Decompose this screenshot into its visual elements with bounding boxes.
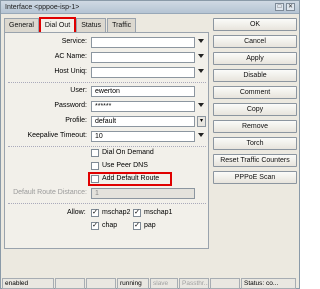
add-default-route-label: Add Default Route [102, 175, 160, 182]
comment-button[interactable]: Comment [213, 86, 297, 99]
pppoe-scan-button[interactable]: PPPoE Scan [213, 171, 297, 184]
mschap2-checkbox[interactable]: ✓ [91, 209, 99, 217]
mschap1-checkbox[interactable]: ✓ [133, 209, 141, 217]
interface-dialog: Interface <pppoe-isp-1> □ ✕ General Dial… [0, 0, 300, 289]
status-enabled: enabled [2, 278, 54, 289]
service-row: Service: [5, 37, 210, 48]
user-row: User: ewerton [5, 86, 210, 97]
ac-name-row: AC Name: [5, 52, 210, 63]
allow-row-2: ✓ chap ✓ pap [5, 221, 210, 232]
status-passthrough: Passthr... [179, 278, 209, 289]
reset-traffic-counters-button[interactable]: Reset Traffic Counters [213, 154, 297, 167]
chevron-down-icon[interactable] [198, 69, 204, 73]
host-uniq-field[interactable] [91, 67, 195, 78]
copy-button[interactable]: Copy [213, 103, 297, 116]
keepalive-field[interactable]: 10 [91, 131, 195, 142]
status-empty-3 [210, 278, 240, 289]
dial-on-demand-row: Dial On Demand [5, 148, 210, 159]
close-icon[interactable]: ✕ [286, 3, 295, 11]
divider [8, 146, 206, 147]
host-uniq-row: Host Uniq: [5, 67, 210, 78]
status-bar: enabled running slave Passthr... Status:… [2, 278, 299, 289]
divider [8, 203, 206, 204]
allow-label: Allow: [67, 209, 86, 216]
disable-button[interactable]: Disable [213, 69, 297, 82]
chap-checkbox[interactable]: ✓ [91, 222, 99, 230]
add-default-route-checkbox[interactable] [91, 175, 99, 183]
default-route-distance-field[interactable]: 1 [91, 188, 195, 199]
dial-out-panel: Service: AC Name: Host Uniq: User: ewert… [4, 32, 209, 249]
password-label: Password: [54, 102, 87, 109]
default-route-distance-label: Default Route Distance: [13, 189, 87, 196]
status-empty-2 [86, 278, 116, 289]
status-slave: slave [150, 278, 178, 289]
torch-button[interactable]: Torch [213, 137, 297, 150]
status-running: running [117, 278, 149, 289]
cancel-button[interactable]: Cancel [213, 35, 297, 48]
ok-button[interactable]: OK [213, 18, 297, 31]
service-field[interactable] [91, 37, 195, 48]
profile-label: Profile: [65, 117, 87, 124]
window-controls: □ ✕ [275, 3, 295, 11]
chevron-down-icon[interactable] [198, 39, 204, 43]
dial-on-demand-checkbox[interactable] [91, 149, 99, 157]
apply-button[interactable]: Apply [213, 52, 297, 65]
keepalive-label: Keepalive Timeout: [27, 132, 87, 139]
keepalive-row: Keepalive Timeout: 10 [5, 131, 210, 142]
pap-checkbox[interactable]: ✓ [133, 222, 141, 230]
mschap2-label: mschap2 [102, 209, 131, 216]
tab-status[interactable]: Status [76, 18, 107, 32]
chevron-down-icon[interactable] [198, 54, 204, 58]
title-bar[interactable]: Interface <pppoe-isp-1> □ ✕ [1, 1, 299, 14]
chevron-down-icon[interactable] [198, 103, 204, 107]
add-default-route-row: Add Default Route [5, 174, 210, 185]
user-label: User: [70, 87, 87, 94]
tab-general[interactable]: General [4, 18, 39, 32]
tab-bar: General Dial Out Status Traffic [4, 17, 137, 34]
dropdown-arrow-icon[interactable]: ▾ [197, 116, 206, 127]
password-row: Password: ****** [5, 101, 210, 112]
profile-select[interactable]: default [91, 116, 195, 127]
chap-label: chap [102, 222, 118, 229]
window-title: Interface <pppoe-isp-1> [5, 3, 80, 11]
use-peer-dns-row: Use Peer DNS [5, 161, 210, 172]
maximize-icon[interactable]: □ [275, 3, 284, 11]
allow-row-1: Allow: ✓ mschap2 ✓ mschap1 [5, 208, 210, 219]
ac-name-field[interactable] [91, 52, 195, 63]
dial-on-demand-label: Dial On Demand [102, 149, 154, 156]
password-field[interactable]: ****** [91, 101, 195, 112]
use-peer-dns-label: Use Peer DNS [102, 162, 148, 169]
tab-traffic[interactable]: Traffic [107, 18, 137, 32]
status-text: Status: co... [241, 278, 296, 289]
status-empty-1 [55, 278, 85, 289]
ac-name-label: AC Name: [54, 53, 87, 60]
use-peer-dns-checkbox[interactable] [91, 162, 99, 170]
service-label: Service: [61, 38, 87, 45]
mschap1-label: mschap1 [144, 209, 173, 216]
host-uniq-label: Host Uniq: [54, 68, 87, 75]
default-route-distance-row: Default Route Distance: 1 [5, 188, 210, 199]
pap-label: pap [144, 222, 156, 229]
tab-dial-out[interactable]: Dial Out [38, 17, 77, 34]
profile-row: Profile: default ▾ [5, 116, 210, 127]
chevron-down-icon[interactable] [198, 133, 204, 137]
remove-button[interactable]: Remove [213, 120, 297, 133]
user-field[interactable]: ewerton [91, 86, 195, 97]
divider [8, 82, 206, 83]
